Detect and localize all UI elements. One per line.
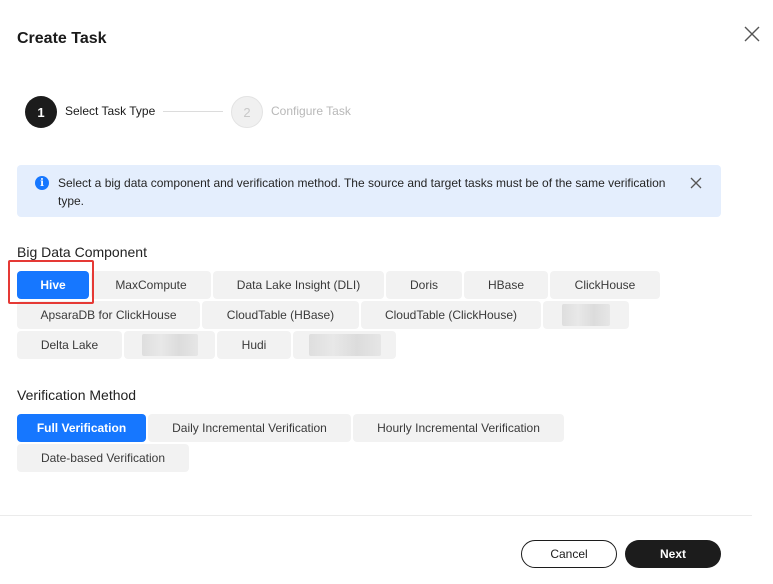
component-option-apsaradb-clickhouse[interactable]: ApsaraDB for ClickHouse xyxy=(17,301,200,329)
info-icon: i xyxy=(35,176,49,190)
component-option-hive[interactable]: Hive xyxy=(17,271,89,299)
component-section-label: Big Data Component xyxy=(17,244,147,260)
verification-section-label: Verification Method xyxy=(17,387,137,403)
component-option-hbase[interactable]: HBase xyxy=(464,271,548,299)
component-option-maxcompute[interactable]: MaxCompute xyxy=(91,271,211,299)
footer-divider xyxy=(0,515,752,516)
info-close-icon[interactable] xyxy=(689,176,703,190)
create-task-dialog: Create Task 1 Select Task Type 2 Configu… xyxy=(0,0,773,584)
component-option-hudi[interactable]: Hudi xyxy=(217,331,291,359)
component-option-redacted[interactable] xyxy=(124,331,215,359)
verification-option-full[interactable]: Full Verification xyxy=(17,414,146,442)
component-option-cloudtable-hbase[interactable]: CloudTable (HBase) xyxy=(202,301,359,329)
component-option-cloudtable-clickhouse[interactable]: CloudTable (ClickHouse) xyxy=(361,301,541,329)
component-option-dli[interactable]: Data Lake Insight (DLI) xyxy=(213,271,384,299)
step-2-label: Configure Task xyxy=(271,104,351,118)
close-icon[interactable] xyxy=(742,24,762,44)
verification-option-hourly-incremental[interactable]: Hourly Incremental Verification xyxy=(353,414,564,442)
step-2-indicator: 2 xyxy=(231,96,263,128)
info-text: Select a big data component and verifica… xyxy=(58,176,666,208)
redacted-label xyxy=(562,304,610,326)
component-option-redacted[interactable] xyxy=(293,331,396,359)
next-button[interactable]: Next xyxy=(625,540,721,568)
verification-option-date-based[interactable]: Date-based Verification xyxy=(17,444,189,472)
redacted-label xyxy=(308,334,381,356)
component-option-redacted[interactable] xyxy=(543,301,629,329)
component-option-doris[interactable]: Doris xyxy=(386,271,462,299)
verification-option-daily-incremental[interactable]: Daily Incremental Verification xyxy=(148,414,351,442)
redacted-label xyxy=(141,334,198,356)
dialog-title: Create Task xyxy=(17,30,107,47)
step-connector xyxy=(163,111,223,112)
step-1-indicator: 1 xyxy=(25,96,57,128)
info-alert: i Select a big data component and verifi… xyxy=(17,165,721,217)
component-option-delta-lake[interactable]: Delta Lake xyxy=(17,331,122,359)
cancel-button[interactable]: Cancel xyxy=(521,540,617,568)
component-option-clickhouse[interactable]: ClickHouse xyxy=(550,271,660,299)
step-1-label: Select Task Type xyxy=(65,104,156,118)
